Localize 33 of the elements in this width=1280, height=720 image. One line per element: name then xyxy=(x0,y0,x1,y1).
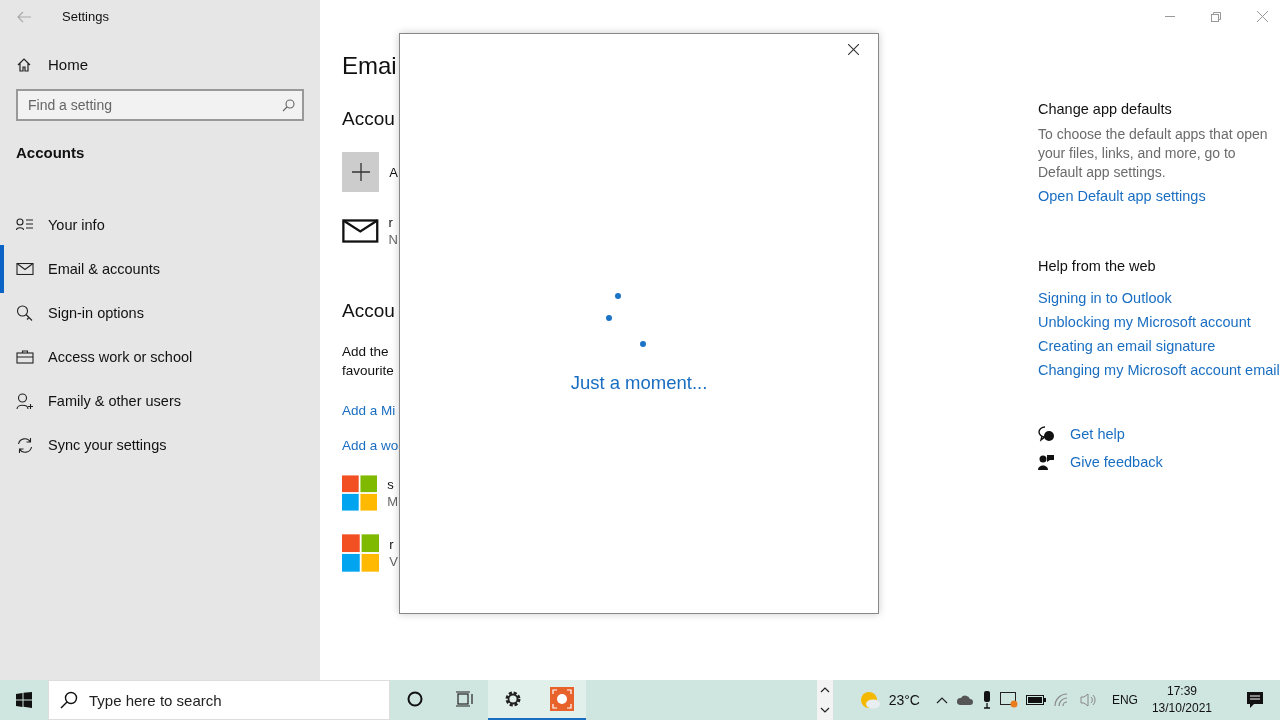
weather-temperature[interactable]: 23°C xyxy=(888,692,920,708)
account-type: V xyxy=(389,553,398,570)
account-type: M xyxy=(387,493,398,510)
section-heading: Accou xyxy=(342,108,396,130)
support-link[interactable]: Give feedback xyxy=(1070,454,1163,470)
account-name: r xyxy=(388,214,394,231)
help-link[interactable]: Unblocking my Microsoft account xyxy=(1038,314,1251,330)
taskbar-search-field[interactable]: Type here to search xyxy=(48,680,390,720)
account-type: N xyxy=(388,231,398,248)
add-account-link[interactable]: Add a Mi xyxy=(342,403,396,418)
help-link[interactable]: Changing my Microsoft account email xyxy=(1038,362,1280,378)
clock[interactable]: 17:39 13/10/2021 xyxy=(1151,683,1212,717)
description-text: To choose the default apps that open your files, links, and more, go to Default app settings. xyxy=(1038,125,1269,182)
section-heading: Change app defaults xyxy=(1038,101,1172,117)
account-name: A xyxy=(389,163,398,181)
language-indicator[interactable]: ENG xyxy=(1111,693,1138,707)
help-link[interactable]: Creating an email signature xyxy=(1038,338,1216,354)
help-link[interactable]: Signing in to Outlook xyxy=(1038,290,1172,306)
support-link[interactable]: Get help xyxy=(1070,426,1125,442)
default-apps-link[interactable]: Open Default app settings xyxy=(1038,188,1206,204)
section-heading: Accounts xyxy=(16,144,86,161)
account-name: r xyxy=(389,536,395,553)
account-name: s xyxy=(387,476,395,493)
home-link[interactable]: Home xyxy=(16,56,88,73)
description-text: favourite xyxy=(342,362,395,380)
window-title: Settings xyxy=(62,9,109,24)
description-text: Add the xyxy=(342,343,390,361)
loading-message: Just a moment... xyxy=(569,372,709,394)
page-heading: Emai xyxy=(342,52,398,81)
section-heading: Accou xyxy=(342,300,396,322)
search-field[interactable]: Find a setting xyxy=(16,89,304,121)
section-heading: Help from the web xyxy=(1038,258,1156,274)
add-account-link[interactable]: Add a wo xyxy=(342,438,399,453)
